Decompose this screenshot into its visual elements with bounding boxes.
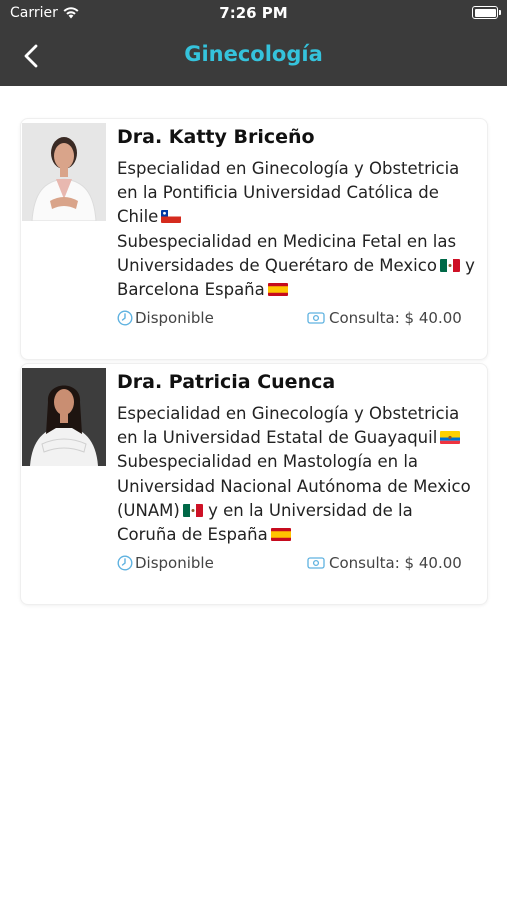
availability-status: Disponible	[117, 554, 214, 572]
description-line: Universidades de Querétaro de Mexico y	[117, 255, 475, 275]
consultation-fee: Consulta: $ 40.00	[307, 554, 462, 572]
page-title: Ginecología	[184, 42, 323, 66]
description-line: Subespecialidad en Medicina Fetal en las	[117, 231, 457, 251]
battery-icon	[472, 6, 501, 19]
status-bar: Carrier 7:26 PM	[0, 0, 507, 28]
doctor-name: Dra. Patricia Cuenca	[117, 371, 336, 393]
doctor-description: Especialidad en Ginecología y Obstetrici…	[117, 157, 489, 302]
doctor-name: Dra. Katty Briceño	[117, 126, 315, 148]
description-line: en la Universidad Estatal de Guayaquil	[117, 426, 489, 450]
description-line: Especialidad en Ginecología y Obstetrici…	[117, 404, 460, 423]
description-line: Universidad Nacional Autónoma de Mexico	[117, 476, 471, 496]
clock-icon	[117, 310, 133, 326]
money-icon	[307, 312, 325, 324]
doctor-description: Especialidad en Ginecología y Obstetrici…	[117, 402, 489, 547]
mexico-flag-icon	[182, 503, 203, 517]
chile-flag-icon	[161, 210, 182, 224]
spain-flag-icon	[270, 528, 291, 542]
description-line: Subespecialidad en Mastología en la	[117, 452, 419, 472]
money-icon	[307, 557, 325, 569]
clock-icon	[117, 555, 133, 571]
mexico-flag-icon	[439, 258, 460, 272]
ecuador-flag-icon	[440, 431, 461, 445]
spain-flag-icon	[267, 283, 288, 297]
clock-time: 7:26 PM	[219, 4, 288, 22]
doctor-photo	[22, 123, 106, 221]
description-line: en la Pontificia Universidad Católica de	[117, 183, 439, 203]
description-line: Barcelona España	[117, 278, 489, 302]
doctor-photo	[22, 368, 106, 466]
description-line: Especialidad en Ginecología y Obstetrici…	[117, 159, 460, 178]
consultation-fee: Consulta: $ 40.00	[307, 309, 462, 327]
description-line: (UNAM) y en la Universidad de la	[117, 500, 413, 520]
availability-status: Disponible	[117, 309, 214, 327]
card-footer: Disponible Consulta: $ 40.00	[117, 554, 477, 574]
description-line: Chile	[117, 205, 489, 229]
navigation-header: Carrier 7:26 PM Ginecología	[0, 0, 507, 86]
card-footer: Disponible Consulta: $ 40.00	[117, 309, 477, 329]
doctor-card[interactable]: Dra. Patricia Cuenca Especialidad en Gin…	[20, 363, 488, 605]
doctor-card[interactable]: Dra. Katty Briceño Especialidad en Ginec…	[20, 118, 488, 360]
description-line: Coruña de España	[117, 523, 489, 547]
